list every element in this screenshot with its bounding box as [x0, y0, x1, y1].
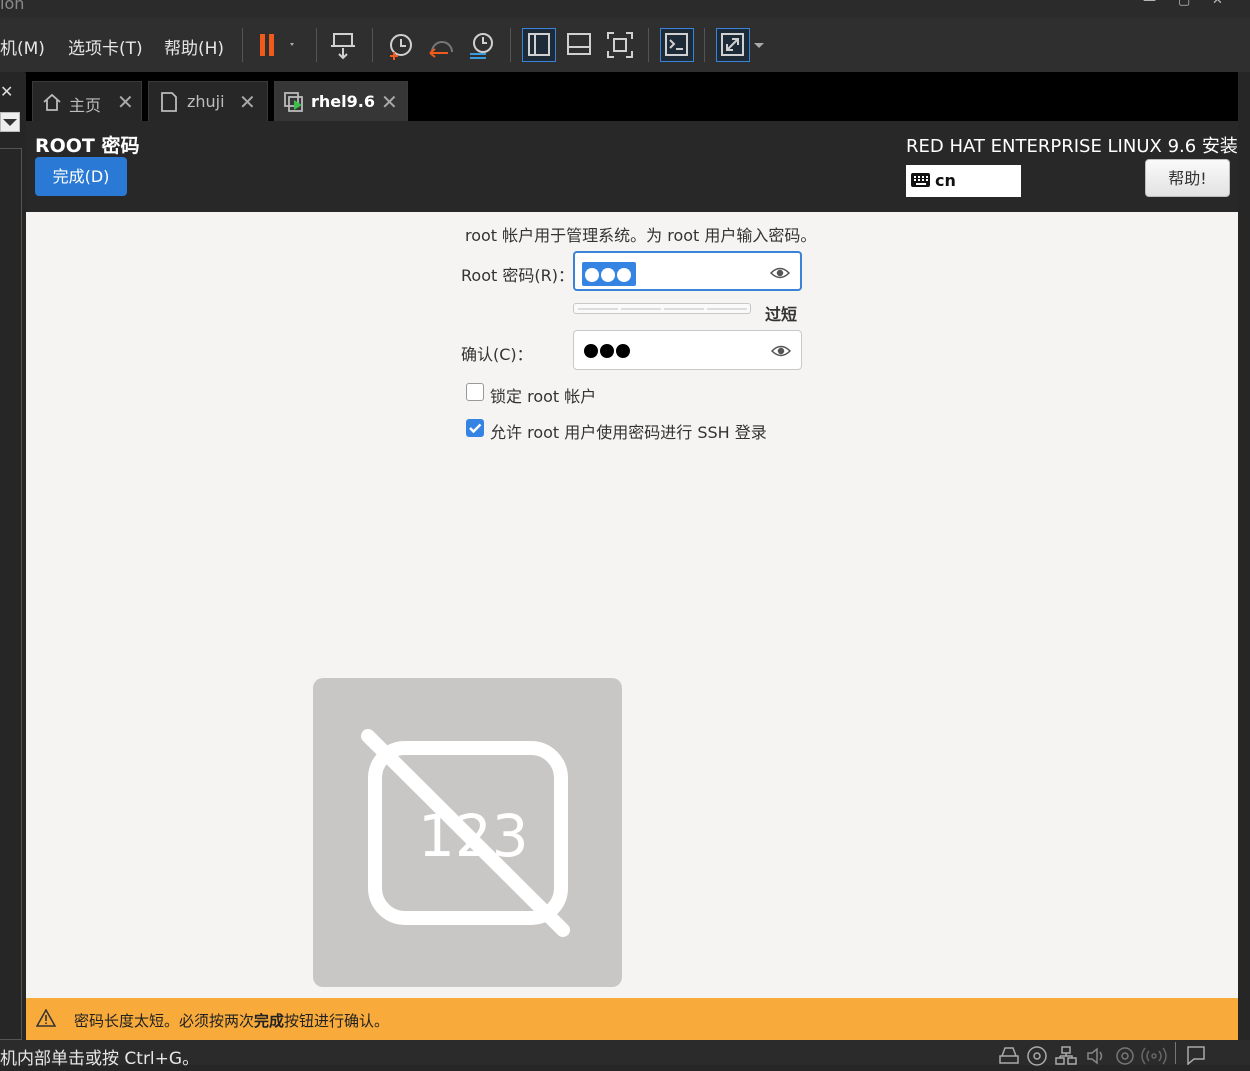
- password-strength-text: 过短: [765, 305, 798, 324]
- tab-label: zhuji: [187, 92, 225, 111]
- close-tab-icon[interactable]: ✕: [117, 90, 134, 114]
- password-dots: [584, 340, 632, 360]
- done-button[interactable]: 完成(D): [35, 157, 127, 196]
- thumbnail-bar-icon[interactable]: [562, 28, 596, 62]
- sidebar-toggle-icon[interactable]: [522, 28, 556, 62]
- vm-running-icon: [283, 91, 307, 117]
- warning-bar: 密码长度太短。必须按两次完成按钮进行确认。: [26, 998, 1238, 1040]
- warning-icon: [35, 1008, 57, 1031]
- library-tree[interactable]: [0, 148, 22, 1040]
- toolbar-separator: [704, 28, 705, 62]
- close-icon[interactable]: ✕: [1212, 0, 1226, 7]
- console-view-icon[interactable]: [660, 28, 694, 62]
- toolbar-separator: [242, 28, 243, 62]
- password-label: Root 密码(R)：: [461, 266, 574, 285]
- keyboard-layout-label: cn: [935, 171, 956, 190]
- minimize-icon[interactable]: —: [1143, 0, 1157, 7]
- password-dots: [582, 262, 636, 286]
- help-button[interactable]: 帮助!: [1145, 159, 1230, 197]
- fullscreen-icon[interactable]: [603, 28, 637, 62]
- chevron-down-icon[interactable]: [750, 28, 768, 62]
- cd-dvd-icon[interactable]: [1026, 1046, 1048, 1071]
- snapshot-take-icon[interactable]: [384, 28, 418, 62]
- sound-card-icon[interactable]: [1086, 1046, 1108, 1071]
- tab-label: rhel9.6: [311, 92, 375, 111]
- tab-home[interactable]: 主页 ✕: [32, 81, 142, 121]
- library-dropdown[interactable]: [0, 112, 20, 132]
- toolbar-separator: [316, 28, 317, 62]
- send-ctrl-alt-del-icon[interactable]: [328, 28, 362, 62]
- status-bar: 机内部单击或按 Ctrl+G。: [0, 1040, 1250, 1069]
- message-log-icon[interactable]: [1185, 1045, 1207, 1070]
- tab-bar: 主页 ✕ zhuji ✕ rhel9.6 ✕: [26, 72, 1238, 121]
- numeric-keypad-disabled-icon: 123: [313, 678, 622, 987]
- stretch-guest-icon[interactable]: [716, 28, 750, 62]
- menu-help[interactable]: 帮助(H): [164, 34, 224, 59]
- maximize-icon[interactable]: ▢: [1178, 0, 1192, 7]
- window-titlebar: ion — ▢ ✕: [0, 0, 1250, 18]
- tab-rhel9-6[interactable]: rhel9.6 ✕: [274, 81, 408, 121]
- window-title: ion: [0, 0, 25, 13]
- close-tab-icon[interactable]: ✕: [239, 90, 256, 114]
- description-text: root 帐户用于管理系统。为 root 用户输入密码。: [465, 226, 817, 245]
- product-title: RED HAT ENTERPRISE LINUX 9.6 安装: [906, 136, 1238, 157]
- menu-toolbar: 机(M) 选项卡(T) 帮助(H): [0, 18, 1250, 73]
- keyboard-layout-indicator[interactable]: cn: [906, 165, 1021, 197]
- close-tab-icon[interactable]: ✕: [381, 90, 398, 114]
- keyboard-icon: [911, 172, 931, 192]
- tab-label: 主页: [69, 96, 102, 115]
- home-icon: [41, 91, 63, 117]
- wireless-icon[interactable]: [1141, 1046, 1167, 1071]
- menu-vm[interactable]: 机(M): [0, 34, 45, 59]
- snapshot-manager-icon[interactable]: [465, 28, 499, 62]
- toolbar-separator: [372, 28, 373, 62]
- allow-ssh-checkbox[interactable]: [466, 419, 484, 437]
- page-title: ROOT 密码: [35, 135, 140, 157]
- window-right-edge: [1238, 72, 1250, 1040]
- toolbar-separator: [648, 28, 649, 62]
- password-strength-meter: [573, 303, 751, 314]
- status-separator: [1175, 1042, 1176, 1064]
- root-password-field[interactable]: [573, 251, 802, 291]
- tab-zhuji[interactable]: zhuji ✕: [148, 81, 268, 121]
- confirm-password-field[interactable]: [573, 330, 802, 370]
- toolbar-separator: [510, 28, 511, 62]
- show-password-icon[interactable]: [770, 343, 792, 357]
- lock-root-label: 锁定 root 帐户: [490, 387, 597, 406]
- confirm-label: 确认(C)：: [461, 345, 533, 364]
- library-panel-edge: ✕: [0, 72, 24, 1040]
- warning-text: 密码长度太短。必须按两次完成按钮进行确认。: [74, 1012, 390, 1030]
- pause-icon[interactable]: [252, 28, 296, 62]
- snapshot-revert-icon[interactable]: [424, 28, 458, 62]
- lock-root-checkbox[interactable]: [466, 383, 484, 401]
- status-hint: 机内部单击或按 Ctrl+G。: [0, 1049, 200, 1069]
- hard-disk-icon[interactable]: [998, 1046, 1020, 1069]
- vm-page-icon: [159, 91, 179, 117]
- close-icon[interactable]: ✕: [0, 82, 13, 101]
- network-adapter-icon[interactable]: [1055, 1046, 1077, 1071]
- show-password-icon[interactable]: [769, 265, 791, 279]
- menu-tabs[interactable]: 选项卡(T): [68, 34, 143, 59]
- allow-ssh-label: 允许 root 用户使用密码进行 SSH 登录: [490, 423, 767, 442]
- printer-icon[interactable]: [1115, 1046, 1135, 1071]
